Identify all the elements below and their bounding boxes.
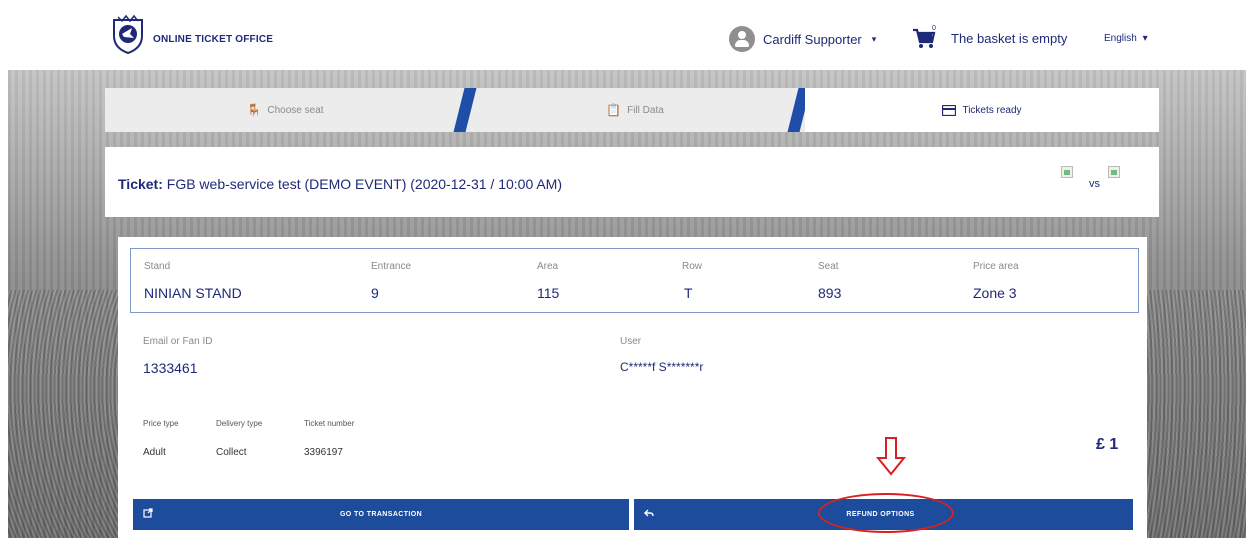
card-icon bbox=[942, 104, 957, 116]
go-to-transaction-button[interactable]: GO TO TRANSACTION bbox=[133, 499, 629, 530]
email-value: 1333461 bbox=[143, 360, 198, 376]
area-label: Area bbox=[537, 261, 559, 272]
cart-icon[interactable]: 0 bbox=[911, 24, 937, 50]
seat-details-box: Stand NINIAN STAND Entrance 9 Area 115 R… bbox=[130, 248, 1139, 313]
step-label: Fill Data bbox=[627, 104, 664, 116]
clipboard-icon: 📋 bbox=[606, 103, 622, 117]
chevron-down-icon: ▾ bbox=[871, 33, 877, 44]
versus-label: vs bbox=[1089, 178, 1100, 190]
step-label: Tickets ready bbox=[962, 104, 1022, 116]
row-value: T bbox=[684, 285, 693, 301]
avatar-icon bbox=[729, 26, 755, 52]
go-to-transaction-label: GO TO TRANSACTION bbox=[339, 511, 423, 518]
step-fill-data: 📋 Fill Data bbox=[477, 88, 793, 132]
price-type-label: Price type bbox=[143, 419, 179, 428]
ticket-number-label: Ticket number bbox=[304, 419, 355, 428]
delivery-type-value: Collect bbox=[216, 447, 247, 458]
ticket-price: £ 1 bbox=[1096, 436, 1119, 453]
area-value: 115 bbox=[537, 285, 560, 301]
brand-name[interactable]: ONLINE TICKET OFFICE bbox=[153, 34, 273, 45]
chair-icon: 🪑 bbox=[246, 103, 262, 117]
price-type-value: Adult bbox=[143, 447, 166, 458]
seat-label: Seat bbox=[818, 261, 839, 272]
price-area-label: Price area bbox=[973, 261, 1019, 272]
away-team-logo bbox=[1108, 166, 1120, 178]
entrance-value: 9 bbox=[371, 285, 379, 301]
home-team-logo bbox=[1061, 166, 1073, 178]
row-label: Row bbox=[682, 261, 703, 272]
seat-value: 893 bbox=[818, 285, 842, 301]
language-label: English bbox=[1104, 33, 1137, 44]
ticket-event: FGB web-service test (DEMO EVENT) (2020-… bbox=[166, 176, 563, 192]
delivery-type-label: Delivery type bbox=[216, 419, 263, 428]
ticket-number-value: 3396197 bbox=[304, 447, 343, 458]
email-label: Email or Fan ID bbox=[143, 336, 213, 347]
user-label: User bbox=[620, 336, 642, 347]
language-selector[interactable]: English ▾ bbox=[1104, 33, 1148, 44]
user-menu[interactable]: Cardiff Supporter ▾ bbox=[729, 26, 876, 52]
ticket-prefix: Ticket: bbox=[118, 176, 163, 192]
basket-status[interactable]: The basket is empty bbox=[951, 31, 1067, 46]
chevron-down-icon: ▾ bbox=[1142, 33, 1148, 44]
club-crest-logo[interactable] bbox=[110, 14, 146, 54]
reply-icon bbox=[644, 509, 654, 517]
user-value: C*****f S*******r bbox=[620, 360, 704, 374]
header: ONLINE TICKET OFFICE Cardiff Supporter ▾… bbox=[0, 0, 1246, 70]
stand-value: NINIAN STAND bbox=[144, 285, 242, 301]
progress-steps: 🪑 Choose seat 📋 Fill Data Tickets ready bbox=[105, 88, 1159, 132]
step-tickets-ready: Tickets ready bbox=[805, 88, 1159, 132]
stand-label: Stand bbox=[144, 261, 171, 272]
ticket-title-bar: Ticket: FGB web-service test (DEMO EVENT… bbox=[105, 147, 1159, 217]
arrow-down-icon bbox=[876, 437, 906, 476]
refund-options-label: REFUND OPTIONS bbox=[846, 511, 915, 518]
external-link-icon bbox=[143, 508, 153, 518]
refund-options-button[interactable]: REFUND OPTIONS bbox=[634, 499, 1133, 530]
ticket-title: Ticket: FGB web-service test (DEMO EVENT… bbox=[118, 176, 562, 192]
entrance-label: Entrance bbox=[371, 261, 412, 272]
step-label: Choose seat bbox=[267, 104, 324, 116]
cart-count: 0 bbox=[932, 25, 936, 32]
user-name: Cardiff Supporter bbox=[763, 31, 862, 47]
step-choose-seat: 🪑 Choose seat bbox=[105, 88, 465, 132]
price-area-value: Zone 3 bbox=[973, 285, 1017, 301]
